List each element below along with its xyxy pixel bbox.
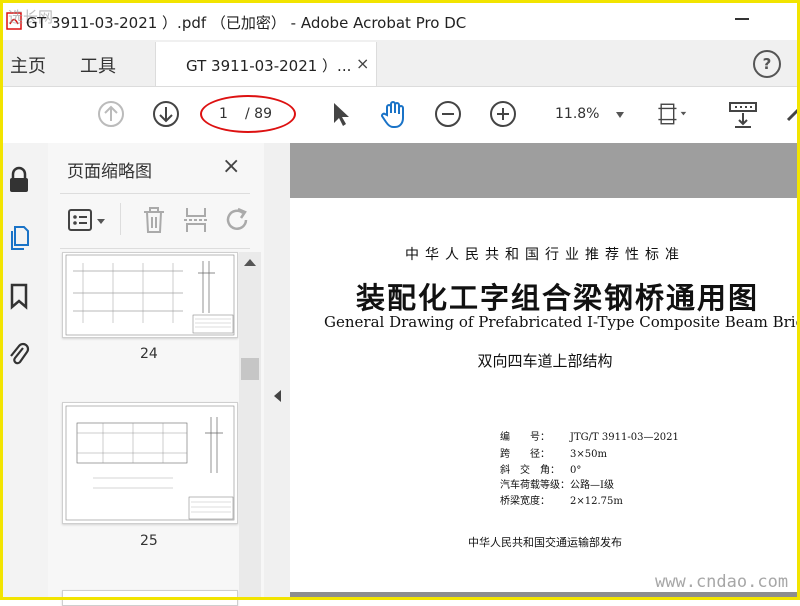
- highlight-frame: [0, 0, 800, 600]
